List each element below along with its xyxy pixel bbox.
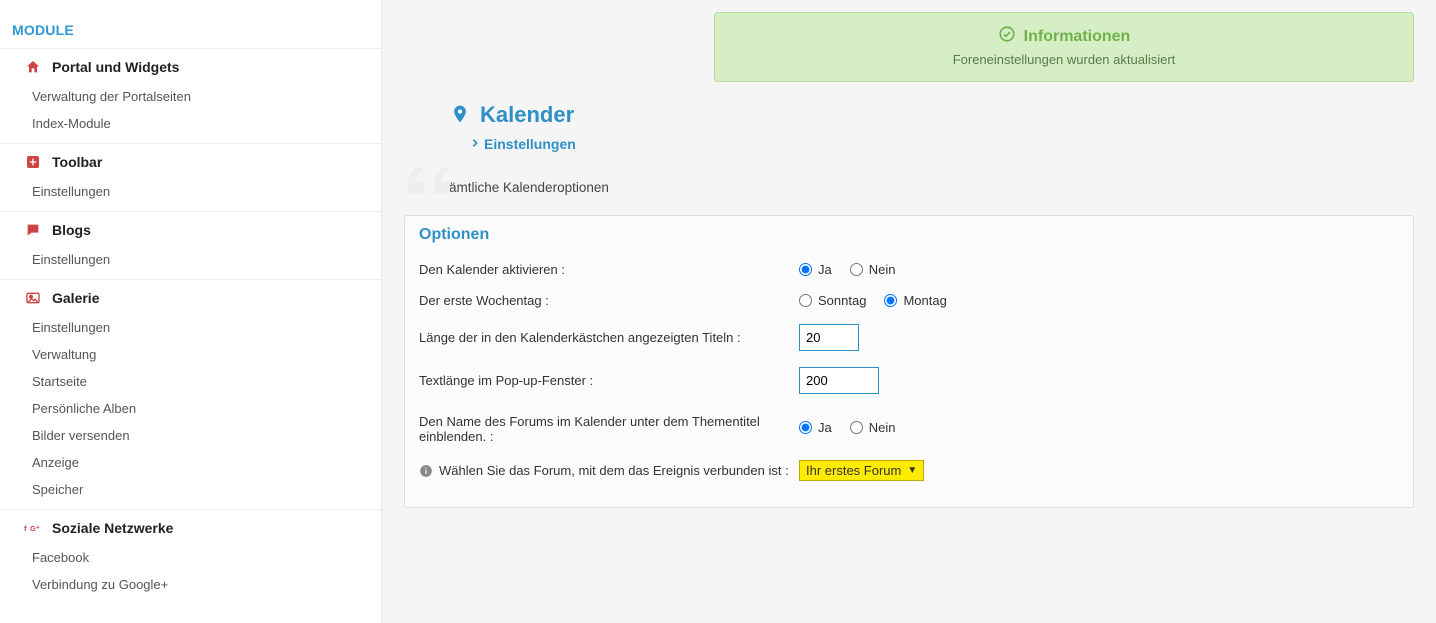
radio-showforum-yes[interactable]: Ja xyxy=(799,420,832,435)
form-label: Länge der in den Kalenderkästchen angeze… xyxy=(419,330,799,345)
alert-title: Informationen xyxy=(1024,28,1131,46)
form-label: Textlänge im Pop-up-Fenster : xyxy=(419,373,799,388)
sidebar-item-galerie-speicher[interactable]: Speicher xyxy=(0,476,381,503)
radio-input[interactable] xyxy=(850,263,863,276)
form-label: Den Name des Forums im Kalender unter de… xyxy=(419,410,799,444)
page-description: Sämtliche Kalenderoptionen xyxy=(414,180,1414,195)
sidebar-item-toolbar-settings[interactable]: Einstellungen xyxy=(0,178,381,205)
sidebar-group-social: fG⁺ Soziale Netzwerke Facebook Verbindun… xyxy=(0,509,381,598)
svg-text:G⁺: G⁺ xyxy=(30,524,40,533)
row-show-forum-name: Den Name des Forums im Kalender unter de… xyxy=(419,402,1399,452)
radio-label: Ja xyxy=(818,420,832,435)
main-content: Informationen Foreneinstellungen wurden … xyxy=(382,0,1436,623)
radio-input[interactable] xyxy=(850,421,863,434)
sidebar-heading: MODULE xyxy=(0,14,381,48)
radio-label: Montag xyxy=(903,293,946,308)
breadcrumb: Einstellungen xyxy=(470,136,1414,152)
page-title-row: Kalender xyxy=(450,102,1414,128)
panel-title: Optionen xyxy=(405,216,1413,250)
page-description-text: Sämtliche Kalenderoptionen xyxy=(440,180,1414,195)
sidebar-item-galerie-verwaltung[interactable]: Verwaltung xyxy=(0,341,381,368)
sidebar-group-galerie: Galerie Einstellungen Verwaltung Startse… xyxy=(0,279,381,503)
info-icon[interactable] xyxy=(419,464,433,478)
sidebar-group-title: Soziale Netzwerke xyxy=(52,520,173,536)
home-icon xyxy=(24,59,42,75)
radio-weekday-monday[interactable]: Montag xyxy=(884,293,946,308)
form-label: Wählen Sie das Forum, mit dem das Ereign… xyxy=(419,463,799,478)
check-circle-icon xyxy=(998,25,1016,48)
row-first-weekday: Der erste Wochentag : Sonntag Montag xyxy=(419,285,1399,316)
sidebar-item-galerie-settings[interactable]: Einstellungen xyxy=(0,314,381,341)
social-icon: fG⁺ xyxy=(24,521,42,535)
map-pin-icon xyxy=(450,103,470,128)
sidebar-group-header[interactable]: Portal und Widgets xyxy=(0,48,381,83)
sidebar-item-google[interactable]: Verbindung zu Google+ xyxy=(0,571,381,598)
sidebar-group-header[interactable]: Galerie xyxy=(0,279,381,314)
sidebar-group-toolbar: Toolbar Einstellungen xyxy=(0,143,381,205)
alert-message: Foreneinstellungen wurden aktualisiert xyxy=(725,52,1403,67)
radio-label: Ja xyxy=(818,262,832,277)
form-label: Der erste Wochentag : xyxy=(419,293,799,308)
quote-icon xyxy=(404,158,464,209)
sidebar-group-title: Portal und Widgets xyxy=(52,59,179,75)
radio-input[interactable] xyxy=(799,421,812,434)
form-label: Den Kalender aktivieren : xyxy=(419,262,799,277)
row-popup-length: Textlänge im Pop-up-Fenster : xyxy=(419,359,1399,402)
sidebar-item-index-module[interactable]: Index-Module xyxy=(0,110,381,137)
popup-length-input[interactable] xyxy=(799,367,879,394)
sidebar: MODULE Portal und Widgets Verwaltung der… xyxy=(0,0,382,623)
plus-square-icon xyxy=(24,154,42,170)
sidebar-item-portal-verwaltung[interactable]: Verwaltung der Portalseiten xyxy=(0,83,381,110)
title-length-input[interactable] xyxy=(799,324,859,351)
row-activate-calendar: Den Kalender aktivieren : Ja Nein xyxy=(419,254,1399,285)
sidebar-item-galerie-startseite[interactable]: Startseite xyxy=(0,368,381,395)
chevron-right-icon xyxy=(470,137,480,152)
sidebar-item-facebook[interactable]: Facebook xyxy=(0,544,381,571)
sidebar-item-galerie-anzeige[interactable]: Anzeige xyxy=(0,449,381,476)
form-label-text: Wählen Sie das Forum, mit dem das Ereign… xyxy=(439,463,789,478)
sidebar-group-header[interactable]: fG⁺ Soziale Netzwerke xyxy=(0,509,381,544)
sidebar-group-header[interactable]: Toolbar xyxy=(0,143,381,178)
radio-input[interactable] xyxy=(799,263,812,276)
radio-input[interactable] xyxy=(884,294,897,307)
page-title: Kalender xyxy=(480,102,574,128)
radio-label: Nein xyxy=(869,262,896,277)
radio-weekday-sunday[interactable]: Sonntag xyxy=(799,293,866,308)
radio-label: Nein xyxy=(869,420,896,435)
sidebar-item-galerie-personal[interactable]: Persönliche Alben xyxy=(0,395,381,422)
chevron-down-icon: ▼ xyxy=(907,465,917,476)
radio-activate-yes[interactable]: Ja xyxy=(799,262,832,277)
radio-label: Sonntag xyxy=(818,293,866,308)
sidebar-group-title: Blogs xyxy=(52,222,91,238)
forum-select[interactable]: Ihr erstes Forum ▼ xyxy=(799,460,924,481)
sidebar-group-blogs: Blogs Einstellungen xyxy=(0,211,381,273)
breadcrumb-link-settings[interactable]: Einstellungen xyxy=(484,136,576,152)
sidebar-group-title: Galerie xyxy=(52,290,99,306)
row-title-length: Länge der in den Kalenderkästchen angeze… xyxy=(419,316,1399,359)
comment-icon xyxy=(24,222,42,238)
sidebar-item-galerie-senden[interactable]: Bilder versenden xyxy=(0,422,381,449)
radio-showforum-no[interactable]: Nein xyxy=(850,420,896,435)
sidebar-group-portal: Portal und Widgets Verwaltung der Portal… xyxy=(0,48,381,137)
options-panel: Optionen Den Kalender aktivieren : Ja Ne… xyxy=(404,215,1414,508)
forum-select-value: Ihr erstes Forum xyxy=(806,463,901,478)
svg-text:f: f xyxy=(24,524,27,533)
alert-success: Informationen Foreneinstellungen wurden … xyxy=(714,12,1414,82)
image-icon xyxy=(24,290,42,306)
sidebar-item-blogs-settings[interactable]: Einstellungen xyxy=(0,246,381,273)
sidebar-group-title: Toolbar xyxy=(52,154,102,170)
radio-activate-no[interactable]: Nein xyxy=(850,262,896,277)
row-select-forum: Wählen Sie das Forum, mit dem das Ereign… xyxy=(419,452,1399,489)
sidebar-group-header[interactable]: Blogs xyxy=(0,211,381,246)
radio-input[interactable] xyxy=(799,294,812,307)
